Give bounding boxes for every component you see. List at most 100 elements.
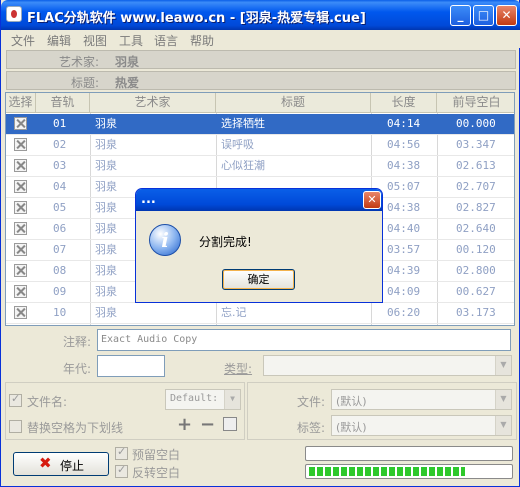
menu-view[interactable]: 视图	[83, 32, 107, 49]
track-title: 选择牺牲	[221, 117, 265, 130]
row-checkbox[interactable]	[14, 306, 27, 319]
year-input[interactable]	[97, 355, 165, 377]
genre-select[interactable]: ▼	[263, 355, 512, 376]
menu-language[interactable]: 语言	[154, 32, 178, 49]
album-title-field[interactable]: 标题: 热爱	[6, 71, 516, 90]
comment-input[interactable]: Exact Audio Copy	[97, 329, 511, 351]
filename-checkbox[interactable]	[9, 392, 22, 407]
track-number: 01	[53, 117, 67, 130]
track-length: 06:20	[387, 306, 421, 319]
remove-icon[interactable]: −	[200, 414, 215, 435]
keep-gap-checkbox[interactable]	[115, 445, 128, 460]
header-select[interactable]: 选择	[6, 93, 36, 113]
stop-button[interactable]: ✖ 停止	[13, 452, 109, 476]
row-checkbox[interactable]	[14, 117, 27, 130]
title-bar[interactable]: FLAC分轨软件 www.leawo.cn - [羽泉-热爱专辑.cue] _ …	[1, 0, 520, 30]
track-number: 09	[53, 285, 67, 298]
track-artist: 羽泉	[95, 138, 117, 151]
track-pregap: 03.347	[456, 138, 496, 151]
track-title: 忘.记	[221, 306, 247, 319]
row-checkbox[interactable]	[14, 159, 27, 172]
dialog-title-bar[interactable]: ... ✕	[136, 189, 382, 211]
filename-select[interactable]: Default: ▼	[165, 389, 241, 410]
artist-label: 艺术家:	[59, 55, 100, 69]
close-button[interactable]: ✕	[496, 5, 517, 26]
comment-label: 注释:	[63, 335, 92, 349]
dialog-message: 分割完成!	[199, 235, 252, 249]
add-icon[interactable]: +	[177, 414, 192, 435]
menu-tools[interactable]: 工具	[119, 32, 143, 49]
file-value: (默认)	[336, 395, 367, 408]
message-dialog: ... ✕ i 分割完成! 确定	[135, 188, 383, 303]
artist-value: 羽泉	[115, 55, 140, 69]
dialog-close-button[interactable]: ✕	[363, 191, 381, 209]
track-pregap: 02.800	[456, 264, 496, 277]
header-title[interactable]: 标题	[216, 93, 371, 113]
tag-label: 标签:	[297, 421, 326, 435]
chevron-down-icon: ▼	[495, 390, 511, 409]
menu-file[interactable]: 文件	[11, 32, 35, 49]
track-artist: 羽泉	[95, 159, 117, 172]
reverse-gap-label: 反转空白	[132, 466, 181, 480]
track-artist: 羽泉	[95, 117, 117, 130]
track-length: 04:39	[387, 264, 421, 277]
artist-field[interactable]: 艺术家: 羽泉	[6, 50, 516, 69]
table-row[interactable]: 10 羽泉 忘.记 06:20 03.173	[6, 303, 514, 324]
track-number: 08	[53, 264, 67, 277]
table-row[interactable]: 01 羽泉 选择牺牲 04:14 00.000	[6, 114, 514, 135]
ok-button[interactable]: 确定	[222, 269, 295, 290]
header-pregap[interactable]: 前导空白	[437, 93, 514, 113]
track-pregap: 03.173	[456, 306, 496, 319]
track-title: 误呼吸	[221, 138, 254, 151]
row-checkbox[interactable]	[14, 180, 27, 193]
filename-label: 文件名:	[27, 395, 68, 409]
track-pregap: 00.120	[456, 243, 496, 256]
tag-select[interactable]: (默认) ▼	[331, 415, 512, 436]
track-artist: 羽泉	[95, 306, 117, 319]
minimize-button[interactable]: _	[450, 5, 471, 26]
stop-label: 停止	[60, 459, 85, 473]
album-title-value: 热爱	[115, 76, 140, 90]
filename-value: Default:	[170, 393, 219, 404]
table-row[interactable]: 03 羽泉 心似狂潮 04:38 02.613	[6, 156, 514, 177]
row-checkbox[interactable]	[14, 264, 27, 277]
track-length: 04:40	[387, 222, 421, 235]
genre-label: 类型:	[224, 362, 253, 376]
track-length: 05:07	[387, 180, 421, 193]
app-icon	[6, 6, 22, 22]
track-number: 03	[53, 159, 67, 172]
file-select[interactable]: (默认) ▼	[331, 389, 512, 410]
file-label: 文件:	[297, 395, 326, 409]
track-pregap: 00.000	[456, 117, 496, 130]
row-checkbox[interactable]	[14, 138, 27, 151]
reverse-gap-checkbox[interactable]	[115, 463, 128, 478]
row-checkbox[interactable]	[14, 201, 27, 214]
header-track[interactable]: 音轨	[36, 93, 90, 113]
menu-bar: 文件 编辑 视图 工具 语言 帮助	[1, 30, 520, 48]
year-label: 年代:	[63, 362, 92, 376]
track-length: 04:09	[387, 285, 421, 298]
album-title-label: 标题:	[71, 76, 100, 90]
stop-icon: ✖	[39, 454, 52, 472]
window-title: FLAC分轨软件 www.leawo.cn - [羽泉-热爱专辑.cue]	[27, 11, 366, 26]
header-artist[interactable]: 艺术家	[90, 93, 216, 113]
maximize-button[interactable]: □	[473, 5, 494, 26]
track-pregap: 02.707	[456, 180, 496, 193]
track-pregap: 02.827	[456, 201, 496, 214]
header-length[interactable]: 长度	[371, 93, 437, 113]
row-checkbox[interactable]	[14, 243, 27, 256]
track-number: 06	[53, 222, 67, 235]
row-checkbox[interactable]	[14, 222, 27, 235]
track-number: 05	[53, 201, 67, 214]
chevron-down-icon: ▼	[495, 416, 511, 435]
progress-fill-total	[309, 467, 465, 476]
replace-space-checkbox[interactable]	[9, 420, 22, 433]
progress-bar-total	[305, 464, 513, 479]
edit-icon[interactable]	[223, 417, 237, 431]
menu-edit[interactable]: 编辑	[47, 32, 71, 49]
track-title: 心似狂潮	[221, 159, 265, 172]
track-length: 04:38	[387, 159, 421, 172]
row-checkbox[interactable]	[14, 285, 27, 298]
menu-help[interactable]: 帮助	[190, 32, 214, 49]
table-row[interactable]: 02 羽泉 误呼吸 04:56 03.347	[6, 135, 514, 156]
